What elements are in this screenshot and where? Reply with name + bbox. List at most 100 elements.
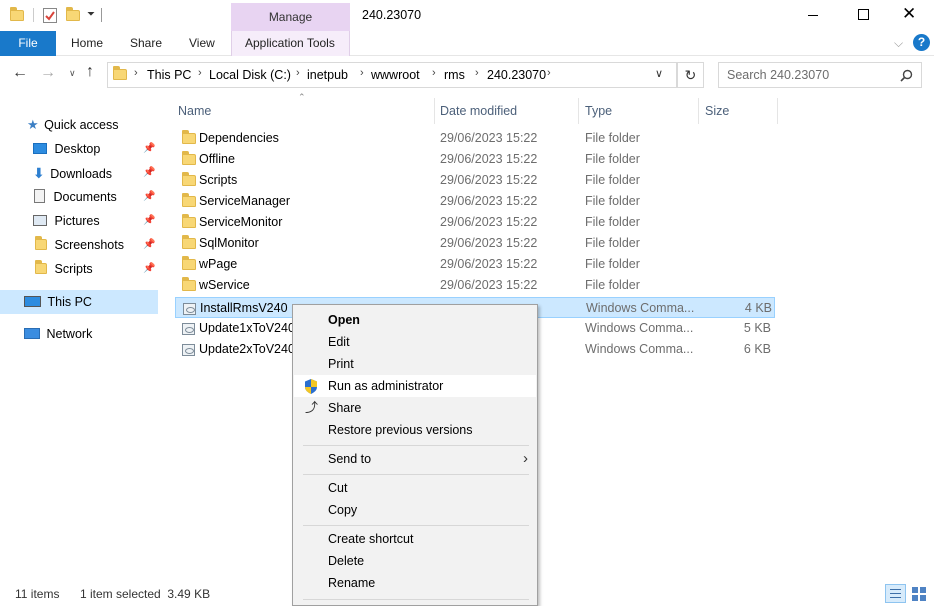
nav-network[interactable]: Network <box>24 323 92 345</box>
nav-screenshots[interactable]: Screenshots <box>35 234 124 256</box>
menu-item-run-as-admin[interactable]: Run as administrator <box>294 375 536 397</box>
menu-item-edit[interactable]: Edit <box>294 331 536 353</box>
column-divider[interactable] <box>777 98 778 124</box>
customize-dropdown-icon[interactable]: ⏷ <box>87 9 95 20</box>
chevron-right-icon[interactable]: › <box>198 67 202 79</box>
menu-item-send-to[interactable]: Send to › <box>294 448 536 470</box>
file-name: wService <box>199 278 250 292</box>
chevron-right-icon[interactable]: › <box>432 67 436 79</box>
recent-locations-icon[interactable]: ∨ <box>69 68 76 79</box>
menu-item-restore-previous-versions[interactable]: Restore previous versions <box>294 419 536 441</box>
breadcrumb-inetpub[interactable]: inetpub <box>307 67 348 83</box>
file-name: Offline <box>199 152 235 166</box>
file-type: File folder <box>585 257 640 271</box>
file-row-folder[interactable]: Offline 29/06/2023 15:22 File folder <box>175 149 775 170</box>
document-icon <box>34 189 45 203</box>
details-view-button[interactable] <box>885 584 906 603</box>
file-size: 4 KB <box>744 301 772 315</box>
breadcrumb-rms[interactable]: rms <box>444 67 465 83</box>
file-row-folder[interactable]: SqlMonitor 29/06/2023 15:22 File folder <box>175 233 775 254</box>
tab-file[interactable]: File <box>0 31 56 56</box>
maximize-button[interactable] <box>858 9 869 20</box>
menu-item-copy[interactable]: Copy <box>294 499 536 521</box>
tab-share[interactable]: Share <box>130 31 162 55</box>
file-row-folder[interactable]: wPage 29/06/2023 15:22 File folder <box>175 254 775 275</box>
close-button[interactable]: ✕ <box>902 5 916 23</box>
file-row-folder[interactable]: Dependencies 29/06/2023 15:22 File folde… <box>175 128 775 149</box>
large-icons-view-button[interactable] <box>909 584 929 603</box>
pin-icon[interactable]: 📌 <box>143 167 155 178</box>
column-header-type[interactable]: Type <box>585 100 612 122</box>
breadcrumb-wwwroot[interactable]: wwwroot <box>371 67 420 83</box>
file-type: File folder <box>585 152 640 166</box>
address-dropdown-icon[interactable]: ∨ <box>655 67 663 80</box>
network-icon <box>24 328 40 339</box>
ribbon-expand-icon[interactable]: ⌵ <box>894 36 903 51</box>
folder-icon[interactable] <box>10 7 24 24</box>
status-item-count: 11 items <box>15 587 60 601</box>
tab-view[interactable]: View <box>189 31 215 55</box>
column-header-name[interactable]: Name <box>178 100 211 122</box>
menu-item-cut[interactable]: Cut <box>294 477 536 499</box>
file-type: File folder <box>585 194 640 208</box>
menu-item-print[interactable]: Print <box>294 353 536 375</box>
search-box[interactable]: Search 240.23070 <box>718 62 922 88</box>
new-folder-icon[interactable] <box>66 7 80 24</box>
minimize-button[interactable] <box>808 15 818 16</box>
nav-desktop[interactable]: Desktop <box>33 138 100 160</box>
back-button[interactable]: ← <box>12 64 28 82</box>
tab-application-tools[interactable]: Application Tools <box>245 31 335 55</box>
folder-icon <box>113 66 127 83</box>
nav-scripts[interactable]: Scripts <box>35 258 93 280</box>
column-header-size[interactable]: Size <box>705 100 729 122</box>
menu-item-delete[interactable]: Delete <box>294 550 536 572</box>
nav-pictures[interactable]: Pictures <box>33 210 100 232</box>
column-divider[interactable] <box>698 98 699 124</box>
batch-file-icon <box>182 344 195 356</box>
download-arrow-icon: ⬇ <box>33 165 45 181</box>
help-icon[interactable]: ? <box>913 34 930 51</box>
breadcrumb-local-disk[interactable]: Local Disk (C:) <box>209 67 291 83</box>
menu-item-rename[interactable]: Rename <box>294 572 536 594</box>
chevron-right-icon[interactable]: › <box>547 67 551 79</box>
computer-icon <box>24 296 41 307</box>
search-icon[interactable] <box>900 69 913 82</box>
column-divider[interactable] <box>578 98 579 124</box>
nav-this-pc[interactable]: This PC <box>24 291 92 313</box>
nav-documents[interactable]: Documents <box>33 186 117 208</box>
nav-quick-access[interactable]: ★ Quick access <box>27 114 118 136</box>
chevron-right-icon[interactable]: › <box>134 67 138 79</box>
breadcrumb-this-pc[interactable]: This PC <box>147 67 191 83</box>
up-button[interactable]: ↑ <box>86 63 94 81</box>
chevron-right-icon[interactable]: › <box>475 67 479 79</box>
forward-button[interactable]: → <box>40 64 56 82</box>
batch-file-icon <box>182 323 195 335</box>
file-row-folder[interactable]: ServiceMonitor 29/06/2023 15:22 File fol… <box>175 212 775 233</box>
folder-icon <box>182 214 196 228</box>
pin-icon[interactable]: 📌 <box>143 191 155 202</box>
title-bar: ⏷ Manage 240.23070 ✕ <box>0 0 934 31</box>
toolbar-separator <box>101 8 102 22</box>
pin-icon[interactable]: 📌 <box>143 143 155 154</box>
chevron-right-icon[interactable]: › <box>360 67 364 79</box>
file-row-folder[interactable]: ServiceManager 29/06/2023 15:22 File fol… <box>175 191 775 212</box>
refresh-button[interactable]: ↻ <box>677 62 704 88</box>
search-input[interactable]: Search 240.23070 <box>727 68 829 82</box>
menu-item-share[interactable]: ⤴ Share <box>294 397 536 419</box>
column-divider[interactable] <box>434 98 435 124</box>
menu-item-open[interactable]: Open <box>294 309 536 331</box>
tab-home[interactable]: Home <box>71 31 103 55</box>
nav-downloads[interactable]: ⬇ Downloads <box>33 162 112 184</box>
desktop-icon <box>33 143 47 154</box>
pin-icon[interactable]: 📌 <box>143 215 155 226</box>
breadcrumb-current[interactable]: 240.23070 <box>487 67 546 83</box>
file-row-folder[interactable]: Scripts 29/06/2023 15:22 File folder <box>175 170 775 191</box>
file-row-folder[interactable]: wService 29/06/2023 15:22 File folder <box>175 275 775 296</box>
column-header-date[interactable]: Date modified <box>440 100 517 122</box>
pin-icon[interactable]: 📌 <box>143 239 155 250</box>
properties-icon[interactable] <box>43 8 57 23</box>
file-date: 29/06/2023 15:22 <box>440 215 538 229</box>
pin-icon[interactable]: 📌 <box>143 263 155 274</box>
menu-item-create-shortcut[interactable]: Create shortcut <box>294 528 536 550</box>
chevron-right-icon[interactable]: › <box>296 67 300 79</box>
